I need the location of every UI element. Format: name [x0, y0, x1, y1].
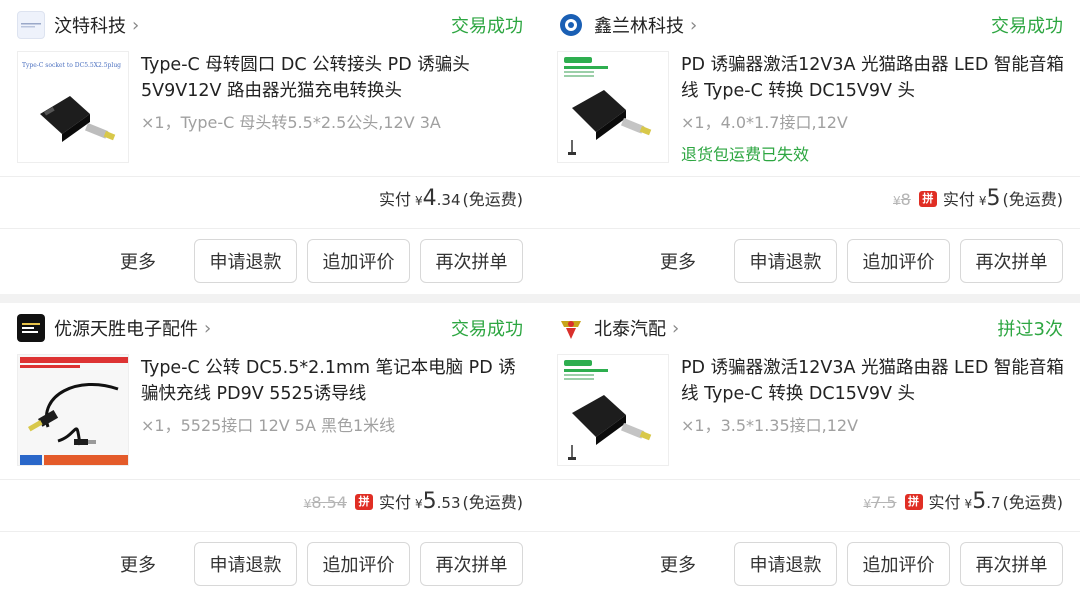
price-row: ¥8.54 拼 实付 ¥ 5 .53 (免运费)	[304, 489, 523, 514]
more-button[interactable]: 更多	[660, 248, 696, 274]
action-bar: 更多 申请退款 追加评价 再次拼单	[660, 542, 1063, 586]
action-bar: 更多 申请退款 追加评价 再次拼单	[660, 239, 1063, 283]
product-spec: ×1，5525接口 12V 5A 黑色1米线	[141, 416, 396, 435]
add-review-button[interactable]: 追加评价	[847, 542, 950, 586]
return-shipping-notice: 退货包运费已失效	[681, 145, 810, 164]
order-status: 交易成功	[991, 16, 1063, 37]
chevron-right-icon: ›	[672, 317, 680, 339]
divider	[0, 228, 540, 229]
divider	[0, 479, 540, 480]
order-status: 交易成功	[451, 319, 523, 340]
product-title[interactable]: Type-C 母转圆口 DC 公转接头 PD 诱骗头 5V9V12V 路由器光猫…	[141, 52, 526, 104]
shop-logo-icon	[17, 11, 45, 39]
shop-header[interactable]: 汶特科技 ›	[17, 10, 139, 40]
original-price: ¥7.5	[863, 493, 897, 512]
price-decimal: .7	[986, 494, 1001, 512]
order-card: 汶特科技 › 交易成功 Type-C socket to DC5.5X2.5pl…	[0, 0, 540, 294]
product-title[interactable]: PD 诱骗器激活12V3A 光猫路由器 LED 智能音箱线 Type-C 转换 …	[681, 52, 1066, 104]
thumb-caption: Type-C socket to DC5.5X2.5plug	[22, 62, 122, 69]
refund-button[interactable]: 申请退款	[734, 542, 837, 586]
currency-symbol: ¥	[415, 497, 423, 511]
divider	[540, 228, 1080, 229]
divider	[540, 176, 1080, 177]
rebuy-button[interactable]: 再次拼单	[420, 239, 523, 283]
price-decimal: .34	[436, 191, 461, 209]
divider	[540, 479, 1080, 480]
shipping-note: (免运费)	[1002, 493, 1064, 512]
shipping-note: (免运费)	[462, 190, 524, 209]
shop-name: 鑫兰林科技	[594, 16, 684, 37]
add-review-button[interactable]: 追加评价	[847, 239, 950, 283]
paid-label: 实付	[928, 493, 961, 512]
product-title[interactable]: PD 诱骗器激活12V3A 光猫路由器 LED 智能音箱线 Type-C 转换 …	[681, 355, 1066, 407]
price-decimal: .53	[436, 494, 461, 512]
shop-logo-icon	[557, 11, 585, 39]
shipping-note: (免运费)	[462, 493, 524, 512]
currency-symbol: ¥	[415, 194, 423, 208]
rebuy-button[interactable]: 再次拼单	[960, 542, 1063, 586]
discount-badge-icon: 拼	[354, 493, 373, 510]
shipping-note: (免运费)	[1002, 190, 1064, 209]
paid-label: 实付	[378, 493, 411, 512]
order-status: 交易成功	[451, 16, 523, 37]
shop-logo-icon	[17, 314, 45, 342]
refund-button[interactable]: 申请退款	[194, 542, 297, 586]
divider	[540, 531, 1080, 532]
product-thumbnail[interactable]	[557, 354, 669, 466]
price-integer: 5	[972, 489, 987, 514]
more-button[interactable]: 更多	[660, 551, 696, 577]
price-row: ¥7.5 拼 实付 ¥ 5 .7 (免运费)	[863, 489, 1063, 514]
paid-label: 实付	[942, 190, 975, 209]
product-thumbnail[interactable]	[17, 354, 129, 466]
product-spec: ×1，Type-C 母头转5.5*2.5公头,12V 3A	[141, 113, 441, 132]
discount-badge-icon: 拼	[918, 190, 937, 207]
original-price: ¥8	[893, 190, 911, 209]
rebuy-button[interactable]: 再次拼单	[420, 542, 523, 586]
refund-button[interactable]: 申请退款	[734, 239, 837, 283]
order-card: 优源天胜电子配件 › 交易成功 Type-C 公转 DC5.5*2.1mm 笔记…	[0, 303, 540, 599]
divider	[0, 531, 540, 532]
shop-header[interactable]: 鑫兰林科技 ›	[557, 10, 697, 40]
price-row: 实付 ¥ 4 .34 (免运费)	[379, 186, 523, 211]
currency-symbol: ¥	[964, 497, 973, 511]
paid-label: 实付	[378, 190, 411, 209]
product-thumbnail[interactable]: Type-C socket to DC5.5X2.5plug	[17, 51, 129, 163]
discount-badge-icon: 拼	[904, 493, 923, 510]
more-button[interactable]: 更多	[120, 551, 156, 577]
product-thumbnail[interactable]	[557, 51, 669, 163]
shop-logo-icon	[557, 314, 585, 342]
product-title[interactable]: Type-C 公转 DC5.5*2.1mm 笔记本电脑 PD 诱骗快充线 PD9…	[141, 355, 526, 407]
action-bar: 更多 申请退款 追加评价 再次拼单	[120, 542, 523, 586]
currency-symbol: ¥	[978, 194, 987, 208]
order-card: 鑫兰林科技 › 交易成功 PD 诱骗器激活12V3A 光猫路由器 LED 智能音…	[540, 0, 1080, 294]
price-integer: 5	[422, 489, 437, 514]
chevron-right-icon: ›	[204, 317, 212, 339]
rebuy-button[interactable]: 再次拼单	[960, 239, 1063, 283]
chevron-right-icon: ›	[690, 14, 698, 36]
price-row: ¥8 拼 实付 ¥ 5 (免运费)	[893, 186, 1063, 211]
product-spec: ×1，4.0*1.7接口,12V	[681, 113, 848, 132]
action-bar: 更多 申请退款 追加评价 再次拼单	[120, 239, 523, 283]
add-review-button[interactable]: 追加评价	[307, 239, 410, 283]
add-review-button[interactable]: 追加评价	[307, 542, 410, 586]
price-integer: 4	[422, 186, 437, 211]
chevron-right-icon: ›	[132, 14, 140, 36]
original-price: ¥8.54	[303, 493, 347, 512]
order-card: 北泰汽配 › 拼过3次 PD 诱骗器激活12V3A 光猫路由器 LED 智能音箱…	[540, 303, 1080, 599]
divider	[0, 176, 540, 177]
refund-button[interactable]: 申请退款	[194, 239, 297, 283]
order-status: 拼过3次	[997, 319, 1063, 340]
price-integer: 5	[986, 186, 1001, 211]
shop-name: 汶特科技	[54, 16, 126, 37]
shop-header[interactable]: 优源天胜电子配件 ›	[17, 313, 211, 343]
shop-header[interactable]: 北泰汽配 ›	[557, 313, 679, 343]
shop-name: 优源天胜电子配件	[54, 319, 198, 340]
more-button[interactable]: 更多	[120, 248, 156, 274]
product-spec: ×1，3.5*1.35接口,12V	[681, 416, 859, 435]
shop-name: 北泰汽配	[594, 319, 666, 340]
